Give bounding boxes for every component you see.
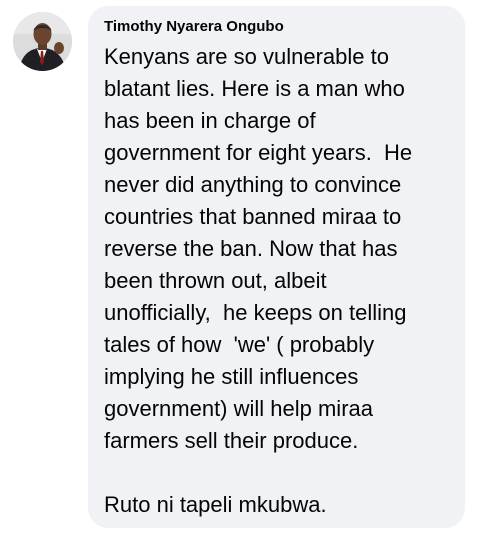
comment-line: has been in charge of xyxy=(104,108,316,133)
comment-line: tales of how 'we' ( probably xyxy=(104,332,375,357)
comment-line: blatant lies. Here is a man who xyxy=(104,76,405,101)
comment-line: government) will help miraa xyxy=(104,396,373,421)
comment-line: Kenyans are so vulnerable to xyxy=(104,44,389,69)
comment-line: never did anything to convince xyxy=(104,172,402,197)
comment-line: been thrown out, albeit xyxy=(104,268,327,293)
comment-line: reverse the ban. Now that has xyxy=(104,236,398,261)
avatar[interactable] xyxy=(13,12,72,71)
comment-author-name[interactable]: Timothy Nyarera Ongubo xyxy=(104,18,453,36)
comment-line: government for eight years. He xyxy=(104,140,413,165)
comment-bubble: Timothy Nyarera Ongubo Kenyans are so vu… xyxy=(88,6,465,528)
comment-line: unofficially, he keeps on telling xyxy=(104,300,407,325)
comment-line: countries that banned miraa to xyxy=(104,204,402,229)
profile-photo-icon xyxy=(13,12,72,71)
comment-closing-line: Ruto ni tapeli mkubwa. xyxy=(104,492,327,517)
comment-line: farmers sell their produce. xyxy=(104,428,359,453)
comment-line: implying he still influences xyxy=(104,364,359,389)
comment-text: Kenyans are so vulnerable to blatant lie… xyxy=(104,41,453,521)
